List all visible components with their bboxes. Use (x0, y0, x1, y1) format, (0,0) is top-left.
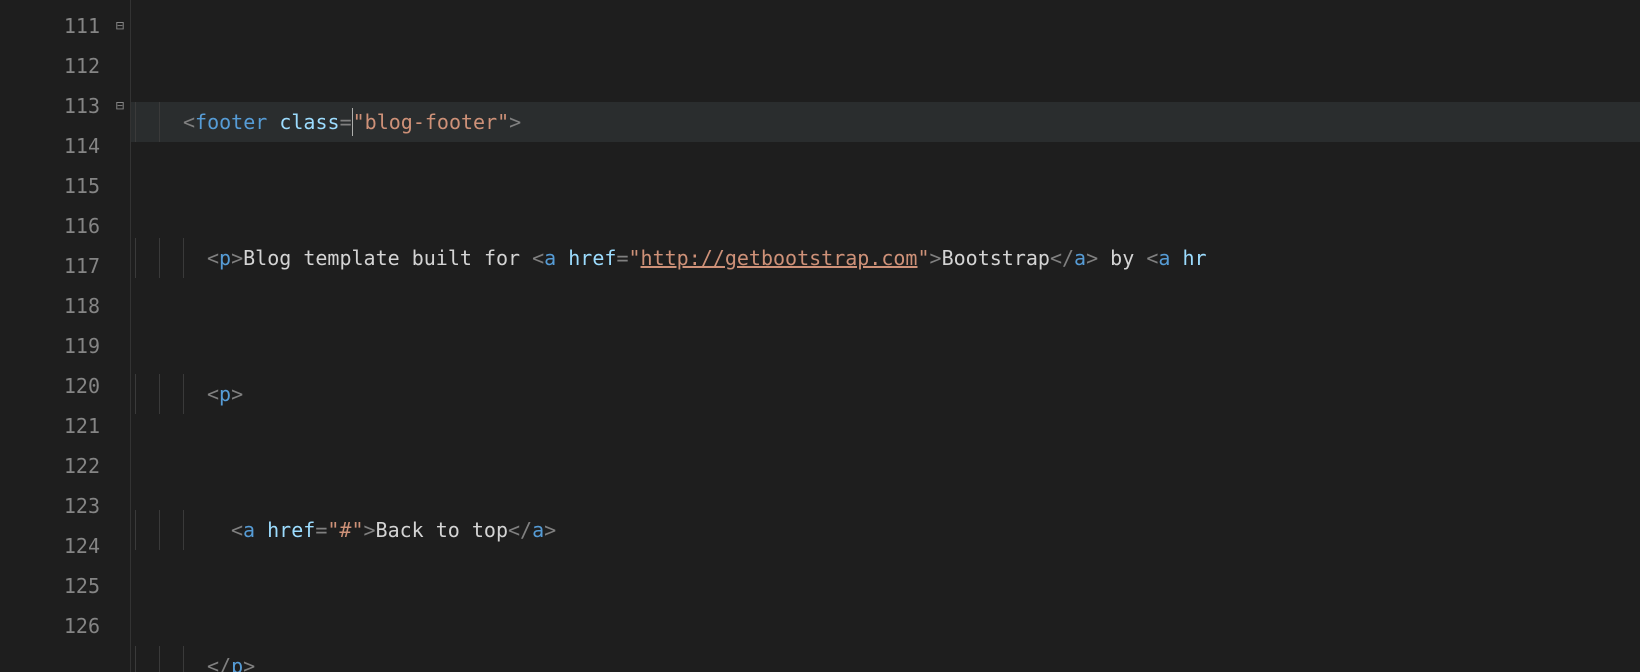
code-line[interactable]: <p> (131, 374, 1640, 414)
line-number: 120 (0, 366, 110, 406)
fold-toggle-icon[interactable]: ⊟ (110, 86, 130, 126)
text-cursor (352, 108, 353, 136)
line-number: 123 (0, 486, 110, 526)
code-line[interactable]: <a href="#">Back to top</a> (131, 510, 1640, 550)
line-number: 113 (0, 86, 110, 126)
line-number: 126 (0, 606, 110, 646)
line-number: 122 (0, 446, 110, 486)
line-number: 125 (0, 566, 110, 606)
code-line[interactable]: <p>Blog template built for <a href="http… (131, 238, 1640, 278)
line-number: 116 (0, 206, 110, 246)
line-number: 117 (0, 246, 110, 286)
fold-gutter: ⊟ ⊟ (110, 0, 130, 672)
line-number-gutter: 111 112 113 114 115 116 117 118 119 120 … (0, 0, 110, 672)
line-number: 115 (0, 166, 110, 206)
fold-toggle-icon[interactable]: ⊟ (110, 6, 130, 46)
code-line[interactable]: </p> (131, 646, 1640, 672)
code-area[interactable]: <footer class="blog-footer"> <p>Blog tem… (130, 0, 1640, 672)
line-number: 111 (0, 6, 110, 46)
line-number: 114 (0, 126, 110, 166)
line-number: 118 (0, 286, 110, 326)
line-number: 112 (0, 46, 110, 86)
line-number: 121 (0, 406, 110, 446)
code-line[interactable]: <footer class="blog-footer"> (131, 102, 1640, 142)
line-number: 124 (0, 526, 110, 566)
code-editor[interactable]: 111 112 113 114 115 116 117 118 119 120 … (0, 0, 1640, 672)
line-number: 119 (0, 326, 110, 366)
